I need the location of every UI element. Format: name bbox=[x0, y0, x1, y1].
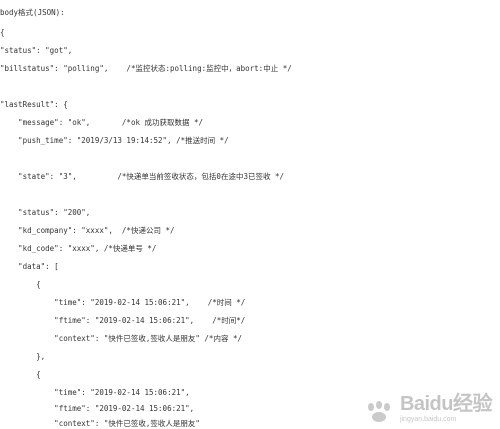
code-line: "time": "2019-02-14 15:06:21", bbox=[0, 388, 190, 397]
code-line: "billstatus": "polling", /*监控状态:polling:… bbox=[0, 64, 292, 73]
code-line: "status": "200", bbox=[0, 208, 91, 217]
code-line: "context": "快件已签收,签收人是朋友" bbox=[0, 419, 200, 428]
watermark-brand: Baidu经验 bbox=[399, 393, 493, 415]
code-line: "ftime": "2019-02-14 15:06:21", bbox=[0, 404, 195, 413]
code-line: { bbox=[0, 280, 41, 289]
code-line: "ftime": "2019-02-14 15:06:21", /*时间*/ bbox=[0, 316, 246, 325]
code-line: }, bbox=[0, 352, 46, 361]
code-line: "status": "got", bbox=[0, 46, 73, 55]
paw-logo-icon bbox=[367, 401, 390, 422]
code-line: "data": [ bbox=[0, 262, 59, 271]
code-line: "kd_company": "xxxx", /*快递公司 */ bbox=[0, 226, 175, 235]
watermark-url: jingyan.baidu.com bbox=[399, 416, 457, 423]
baidu-watermark: Baidu经验 jingyan.baidu.com bbox=[362, 393, 493, 423]
code-line: "lastResult": { bbox=[0, 100, 68, 109]
code-line: "state": "3", /*快递单当前签收状态，包括0在途中3已签收 */ bbox=[0, 172, 285, 181]
code-line: "push_time": "2019/3/13 19:14:52", /*推送时… bbox=[0, 136, 229, 145]
code-line: { bbox=[0, 370, 41, 379]
code-line: "kd_code": "xxxx", /*快递单号 */ bbox=[0, 244, 157, 253]
document-page: body格式(JSON): { "status": "got", "billst… bbox=[0, 0, 500, 429]
code-line: "message": "ok", /*ok 成功获取数据 */ bbox=[0, 118, 204, 127]
code-line: "time": "2019-02-14 15:06:21", /*时间 */ bbox=[0, 298, 246, 307]
code-line: { bbox=[0, 28, 5, 37]
code-line: "context": "快件已签收,签收人是朋友" /*内容 */ bbox=[0, 334, 242, 343]
code-line: body格式(JSON): bbox=[0, 8, 65, 17]
